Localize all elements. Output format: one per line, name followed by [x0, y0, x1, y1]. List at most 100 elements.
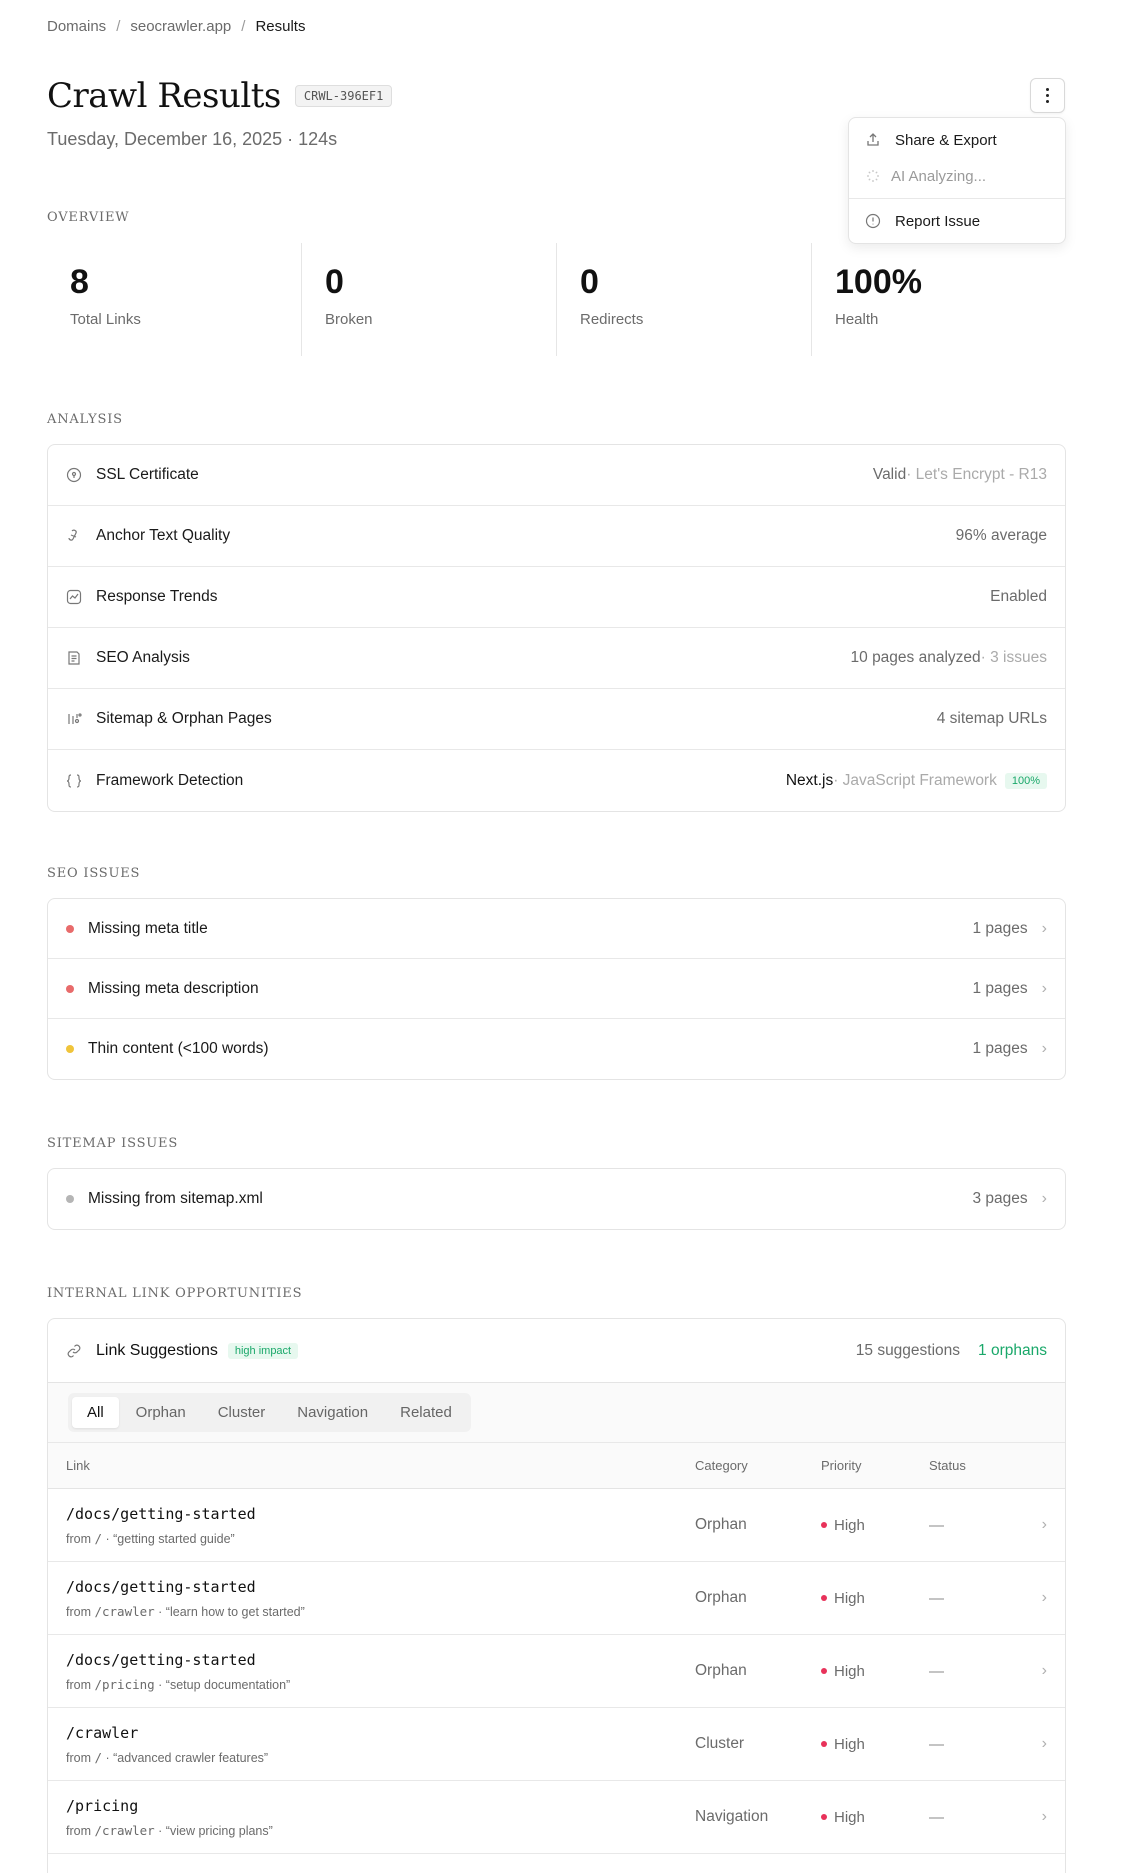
link-cell: /docs/getting-started from /pricing · “s… — [66, 1651, 695, 1692]
source-info: from /crawler · “view pricing plans” — [66, 1823, 695, 1838]
trend-icon — [66, 589, 82, 605]
seo-issue-row[interactable]: Thin content (<100 words) 1 pages › — [48, 1019, 1065, 1079]
menu-item-ai-analyzing: AI Analyzing... — [849, 158, 1065, 194]
source-path: /crawler — [94, 1603, 155, 1619]
link-cell: /pricing from /crawler · “view pricing p… — [66, 1797, 695, 1838]
more-menu-dropdown: Share & Export AI Analyzing... Report Is… — [848, 117, 1066, 244]
analysis-row-framework[interactable]: Framework Detection Next.js · JavaScript… — [48, 750, 1065, 811]
severity-dot — [66, 1045, 74, 1053]
analysis-value-group: Next.js · JavaScript Framework 100% — [786, 772, 1047, 790]
analysis-row-seo[interactable]: SEO Analysis 10 pages analyzed · 3 issue… — [48, 628, 1065, 689]
crawl-id-badge: CRWL-396EF1 — [294, 85, 393, 107]
menu-item-report-issue[interactable]: Report Issue — [849, 203, 1065, 239]
menu-item-label: AI Analyzing... — [891, 167, 987, 185]
analysis-card: SSL Certificate Valid · Let's Encrypt - … — [47, 444, 1066, 812]
link-cell: /docs/getting-started from / · “getting … — [66, 1505, 695, 1546]
seo-issues-card: Missing meta title 1 pages › Missing met… — [47, 898, 1066, 1080]
tab-navigation[interactable]: Navigation — [282, 1397, 383, 1428]
analysis-detail: · 3 issues — [980, 649, 1047, 666]
seo-issue-row[interactable]: Missing meta title 1 pages › — [48, 899, 1065, 959]
analysis-row-response-trends[interactable]: Response Trends Enabled — [48, 567, 1065, 628]
breadcrumb-separator: / — [116, 18, 121, 35]
source-path: / — [94, 1530, 103, 1546]
analysis-value-group: 96% average — [956, 527, 1047, 545]
menu-item-label: Share & Export — [895, 131, 997, 149]
column-header-link[interactable]: Link — [66, 1458, 695, 1473]
priority-label: High — [834, 1662, 865, 1680]
link-suggestions-title: Link Suggestions — [96, 1341, 218, 1359]
stat-value: 100% — [835, 263, 922, 301]
column-header-priority[interactable]: Priority — [821, 1458, 929, 1473]
table-header: Link Category Priority Status — [48, 1443, 1065, 1489]
link-cell: /docs/getting-started from /crawler · “l… — [66, 1578, 695, 1619]
impact-badge: high impact — [227, 1342, 299, 1359]
orphans-count[interactable]: 1 orphans — [978, 1342, 1047, 1360]
status-cell: — — [929, 1516, 944, 1534]
issue-label: Thin content (<100 words) — [88, 1040, 269, 1057]
table-row[interactable]: /docs/getting-started from /crawler · “l… — [48, 1562, 1065, 1635]
more-menu-button[interactable] — [1030, 78, 1065, 113]
target-path: /docs/getting-started — [66, 1577, 256, 1596]
section-label-sitemap-issues: SITEMAP ISSUES — [47, 1136, 179, 1151]
tab-orphan[interactable]: Orphan — [121, 1397, 201, 1428]
analysis-row-sitemap[interactable]: Sitemap & Orphan Pages 4 sitemap URLs — [48, 689, 1065, 750]
from-prefix: from — [66, 1604, 95, 1619]
analysis-row-anchor-text[interactable]: Anchor Text Quality 96% average — [48, 506, 1065, 567]
breadcrumb-domain[interactable]: seocrawler.app — [130, 18, 231, 35]
anchor-text: · “getting started guide” — [102, 1531, 235, 1546]
table-row[interactable]: /docs/getting-started from / · “getting … — [48, 1489, 1065, 1562]
link-suggestions-header: Link Suggestions high impact 15 suggesti… — [48, 1319, 1065, 1383]
chevron-right-icon: › — [1041, 919, 1047, 937]
tab-related[interactable]: Related — [385, 1397, 467, 1428]
anchor-text: · “setup documentation” — [154, 1677, 291, 1692]
section-label-overview: OVERVIEW — [47, 210, 130, 225]
table-row[interactable]: /pricing from /crawler · “view pricing p… — [48, 1781, 1065, 1854]
breadcrumb-domains[interactable]: Domains — [47, 18, 106, 35]
category-cell: Navigation — [695, 1808, 769, 1825]
category-tabs: All Orphan Cluster Navigation Related — [68, 1393, 471, 1432]
category-cell: Cluster — [695, 1735, 745, 1752]
stat-label: Broken — [325, 311, 373, 328]
from-prefix: from — [66, 1531, 95, 1546]
analysis-detail: · JavaScript Framework — [833, 771, 997, 789]
link-suggestions-card: Link Suggestions high impact 15 suggesti… — [47, 1318, 1066, 1873]
breadcrumb-current: Results — [255, 18, 306, 35]
analysis-label: SSL Certificate — [96, 466, 199, 483]
category-tabs-bar: All Orphan Cluster Navigation Related — [48, 1383, 1065, 1443]
menu-divider — [849, 198, 1065, 199]
stat-total-links: 8 Total Links — [47, 243, 302, 356]
share-icon — [865, 132, 881, 148]
analysis-value: Next.js — [785, 771, 834, 789]
priority-cell: High — [821, 1590, 929, 1607]
table-row[interactable]: /crawler from / · “advanced crawler feat… — [48, 1708, 1065, 1781]
column-header-category[interactable]: Category — [695, 1458, 821, 1473]
chevron-right-icon: › — [1041, 1662, 1047, 1679]
overview-stats: 8 Total Links 0 Broken 0 Redirects 100% … — [47, 243, 1066, 356]
link-icon — [66, 1343, 82, 1359]
priority-dot — [821, 1595, 827, 1601]
issue-label: Missing meta description — [88, 979, 259, 997]
issue-count: 1 pages — [972, 1040, 1028, 1057]
braces-icon — [66, 773, 82, 789]
table-row[interactable]: /docs/getting-started from /pricing · “s… — [48, 1635, 1065, 1708]
stat-label: Health — [835, 311, 879, 328]
analysis-value: 4 sitemap URLs — [936, 710, 1047, 727]
confidence-badge: 100% — [1004, 772, 1047, 789]
source-info: from /crawler · “learn how to get starte… — [66, 1604, 695, 1619]
menu-item-label: Report Issue — [895, 212, 981, 230]
priority-label: High — [834, 1516, 865, 1534]
status-cell: — — [929, 1662, 944, 1680]
seo-issue-row[interactable]: Missing meta description 1 pages › — [48, 959, 1065, 1019]
menu-item-share-export[interactable]: Share & Export — [849, 122, 1065, 158]
tab-cluster[interactable]: Cluster — [203, 1397, 281, 1428]
priority-label: High — [834, 1735, 865, 1753]
chevron-right-icon: › — [1041, 1589, 1047, 1606]
issue-count: 1 pages — [972, 979, 1028, 997]
source-info: from / · “advanced crawler features” — [66, 1750, 695, 1765]
chevron-right-icon: › — [1041, 1516, 1047, 1533]
tab-all[interactable]: All — [72, 1397, 119, 1428]
column-header-status[interactable]: Status — [929, 1458, 1039, 1473]
stat-value: 8 — [70, 263, 89, 301]
sitemap-issue-row[interactable]: Missing from sitemap.xml 3 pages › — [48, 1169, 1065, 1229]
analysis-row-ssl[interactable]: SSL Certificate Valid · Let's Encrypt - … — [48, 445, 1065, 506]
